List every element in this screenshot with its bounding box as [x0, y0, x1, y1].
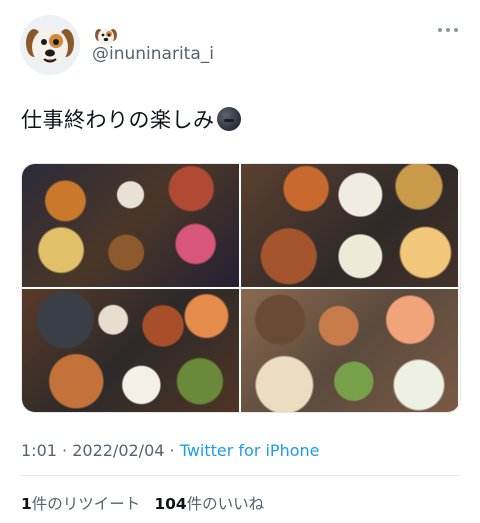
source-link[interactable]: Twitter for iPhone: [180, 441, 320, 460]
tweet-meta: 1:01 · 2022/02/04 · Twitter for iPhone: [21, 441, 320, 460]
bento-trays-photo[interactable]: [22, 289, 239, 412]
tweet-stats: 1件のリツイート 104件のいいね: [21, 492, 264, 514]
avatar[interactable]: [20, 15, 80, 75]
user-handle[interactable]: @inuninarita_i: [92, 44, 214, 64]
media-grid: [21, 163, 461, 413]
retweet-count: 1: [21, 495, 32, 513]
tweet-text: 仕事終わりの楽しみ: [21, 104, 241, 134]
dog-face-icon: [26, 28, 74, 66]
more-options-icon[interactable]: [438, 28, 458, 32]
meta-separator: ·: [164, 441, 180, 460]
new-moon-face-icon: [216, 107, 241, 131]
meta-separator: ·: [56, 441, 73, 460]
like-stat[interactable]: 104件のいいね: [154, 495, 264, 513]
tweet-date[interactable]: 2022/02/04: [72, 441, 164, 460]
retweet-stat[interactable]: 1件のリツイート: [21, 495, 140, 513]
tweet-time[interactable]: 1:01: [21, 441, 57, 460]
tweet-text-body: 仕事終わりの楽しみ: [21, 108, 215, 132]
like-count: 104: [154, 495, 187, 513]
retweet-label: 件のリツイート: [31, 495, 141, 513]
dishes-spread-photo[interactable]: [241, 289, 458, 412]
bento-boxes-photo[interactable]: [22, 164, 239, 287]
like-label: 件のいいね: [186, 495, 265, 513]
food-plates-photo[interactable]: [241, 164, 458, 287]
divider: [21, 475, 459, 476]
